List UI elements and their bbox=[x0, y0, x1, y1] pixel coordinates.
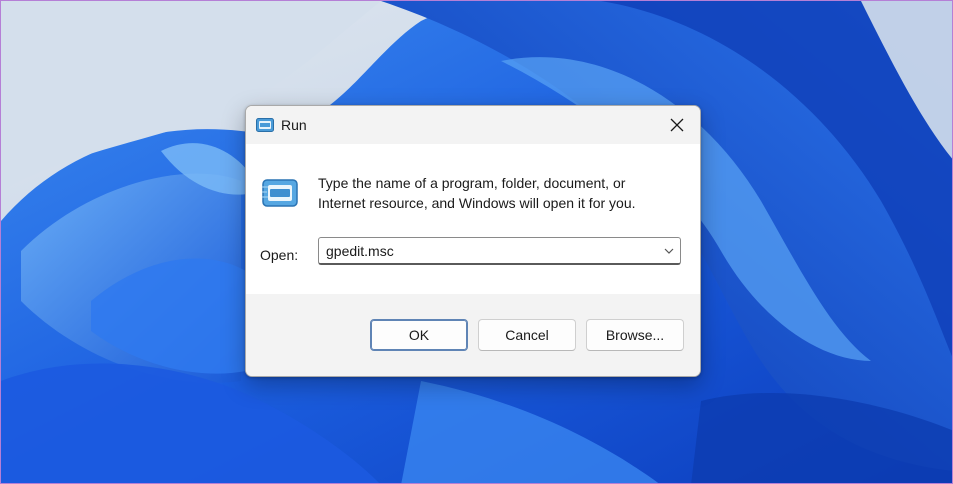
close-icon bbox=[670, 118, 684, 132]
title-bar[interactable]: Run bbox=[246, 106, 700, 144]
run-dialog: Run Type the name of a program, folder, … bbox=[245, 105, 701, 377]
dialog-title: Run bbox=[281, 117, 307, 133]
open-combobox[interactable]: gpedit.msc bbox=[318, 237, 681, 265]
close-button[interactable] bbox=[654, 106, 700, 144]
run-icon bbox=[256, 118, 274, 132]
desktop-frame: Run Type the name of a program, folder, … bbox=[0, 0, 953, 484]
button-bar: OK Cancel Browse... bbox=[246, 294, 700, 376]
description-line-2: Internet resource, and Windows will open… bbox=[318, 195, 636, 211]
open-input[interactable]: gpedit.msc bbox=[326, 243, 394, 259]
chevron-down-icon[interactable] bbox=[662, 244, 676, 258]
cancel-button[interactable]: Cancel bbox=[478, 319, 576, 351]
run-icon bbox=[262, 179, 298, 207]
dialog-content: Type the name of a program, folder, docu… bbox=[246, 144, 700, 294]
ok-button[interactable]: OK bbox=[370, 319, 468, 351]
open-label: Open: bbox=[260, 247, 299, 263]
description-line-1: Type the name of a program, folder, docu… bbox=[318, 175, 626, 191]
browse-button[interactable]: Browse... bbox=[586, 319, 684, 351]
run-description: Type the name of a program, folder, docu… bbox=[318, 173, 688, 213]
